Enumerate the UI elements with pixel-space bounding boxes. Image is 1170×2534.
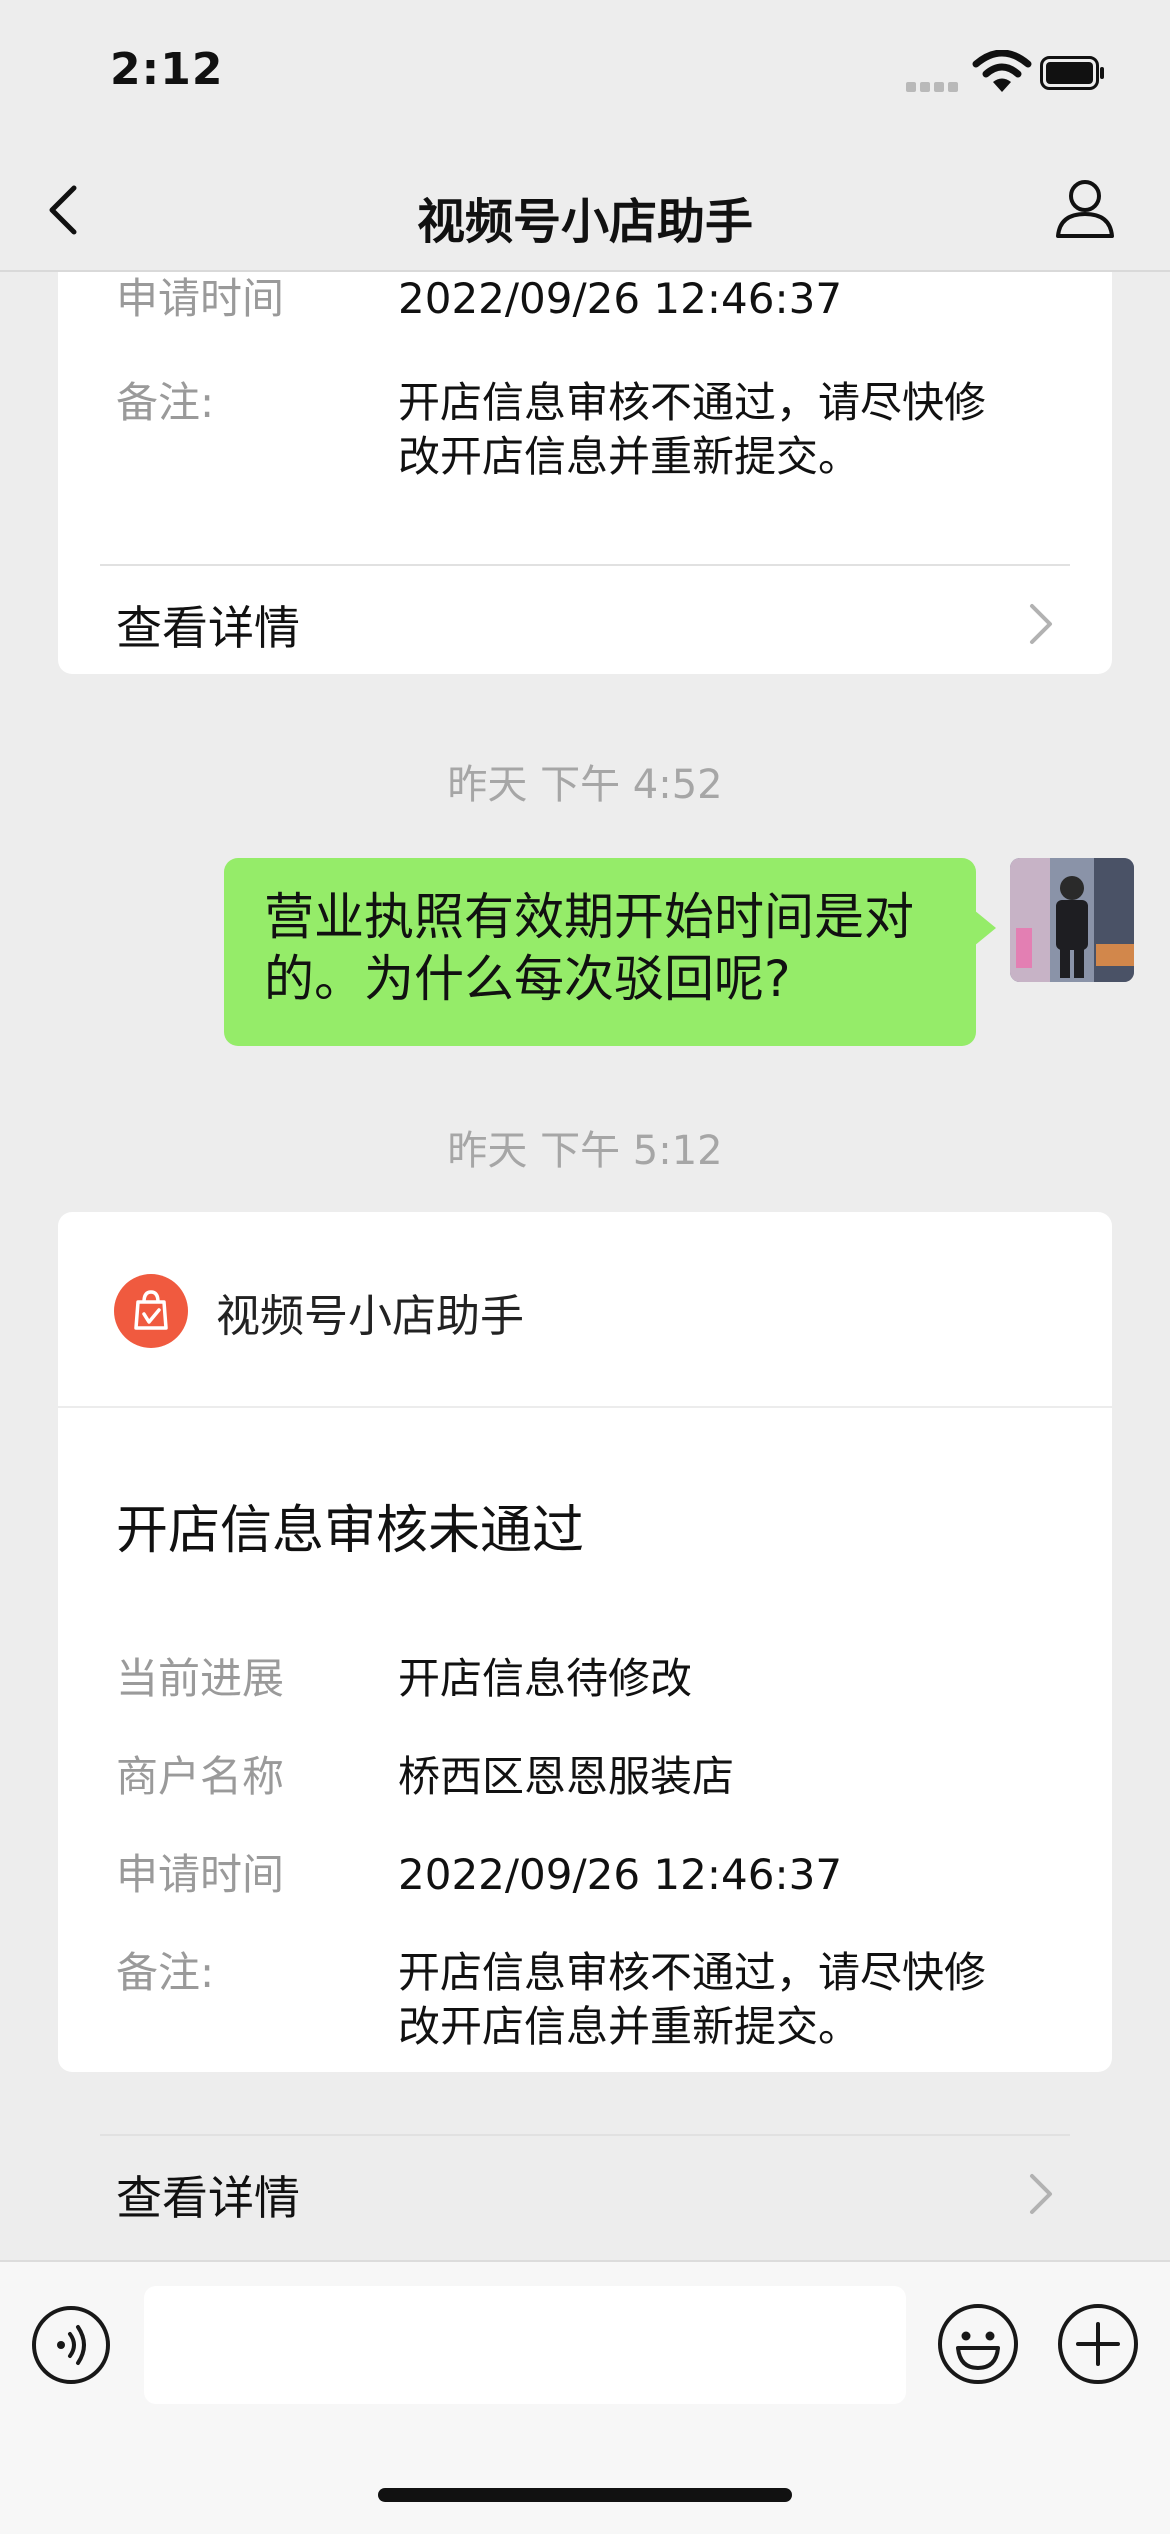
wifi-icon bbox=[972, 50, 1032, 92]
navigation-bar: 视频号小店助手 bbox=[0, 150, 1170, 272]
view-details-link[interactable]: 查看详情 bbox=[116, 2162, 300, 2228]
status-bar: 2:12 bbox=[0, 0, 1170, 150]
row-label: 申请时间 bbox=[116, 1850, 285, 1899]
note-line: 开店信息审核不通过，请尽快修 bbox=[398, 378, 987, 427]
status-time: 2:12 bbox=[110, 44, 224, 95]
shop-logo-icon bbox=[114, 1274, 188, 1348]
note-line: 开店信息审核不通过，请尽快修 bbox=[398, 1948, 987, 1997]
plus-icon[interactable] bbox=[1056, 2302, 1140, 2386]
row-label: 商户名称 bbox=[116, 1752, 285, 1801]
divider bbox=[100, 564, 1070, 566]
chevron-right-icon bbox=[1030, 2174, 1052, 2214]
row-label: 备注: bbox=[116, 378, 215, 427]
row-value: 开店信息待修改 bbox=[398, 1654, 693, 1703]
row-value: 开店信息审核不通过，请尽快修 改开店信息并重新提交。 bbox=[398, 376, 1072, 484]
chevron-right-icon bbox=[1030, 604, 1052, 644]
home-indicator bbox=[378, 2488, 792, 2502]
note-line: 改开店信息并重新提交。 bbox=[398, 432, 861, 481]
note-line: 改开店信息并重新提交。 bbox=[398, 2002, 861, 2051]
row-label: 申请时间 bbox=[116, 274, 285, 323]
outgoing-message[interactable]: 营业执照有效期开始时间是对 的。为什么每次驳回呢? bbox=[224, 858, 996, 1046]
chat-area[interactable]: 申请时间 2022/09/26 12:46:37 备注: 开店信息审核不通过，请… bbox=[0, 272, 1170, 2260]
message-card[interactable]: 视频号小店助手 开店信息审核未通过 当前进展 开店信息待修改 商户名称 桥西区恩… bbox=[58, 1212, 1112, 2225]
row-value: 开店信息审核不通过，请尽快修 改开店信息并重新提交。 bbox=[398, 1946, 1072, 2054]
row-value: 2022/09/26 12:46:37 bbox=[398, 1850, 843, 1899]
timestamp: 昨天 下午 5:12 bbox=[447, 1128, 723, 1174]
row-value: 2022/09/26 12:46:37 bbox=[398, 274, 843, 323]
cellular-signal-icon bbox=[906, 82, 960, 92]
message-card: 申请时间 2022/09/26 12:46:37 备注: 开店信息审核不通过，请… bbox=[58, 272, 1112, 674]
row-label: 备注: bbox=[116, 1948, 215, 1997]
card-header: 视频号小店助手 bbox=[58, 1212, 1112, 1408]
emoji-icon[interactable] bbox=[936, 2302, 1020, 2386]
page-title: 视频号小店助手 bbox=[416, 194, 753, 250]
row-label: 当前进展 bbox=[116, 1654, 285, 1703]
voice-icon[interactable] bbox=[30, 2304, 112, 2386]
timestamp: 昨天 下午 4:52 bbox=[447, 762, 723, 808]
view-details-link[interactable]: 查看详情 bbox=[116, 592, 300, 658]
message-line: 营业执照有效期开始时间是对 bbox=[264, 888, 914, 946]
card-title: 开店信息审核未通过 bbox=[116, 1501, 585, 1561]
avatar-photo bbox=[1010, 858, 1134, 982]
message-input[interactable] bbox=[144, 2286, 906, 2404]
message-line: 的。为什么每次驳回呢? bbox=[264, 950, 791, 1008]
shop-name: 视频号小店助手 bbox=[216, 1291, 524, 1342]
battery-icon bbox=[1040, 56, 1104, 90]
profile-icon[interactable] bbox=[1052, 174, 1118, 240]
avatar[interactable] bbox=[1010, 858, 1134, 982]
divider bbox=[100, 2134, 1070, 2136]
row-value: 桥西区恩恩服装店 bbox=[398, 1752, 735, 1801]
